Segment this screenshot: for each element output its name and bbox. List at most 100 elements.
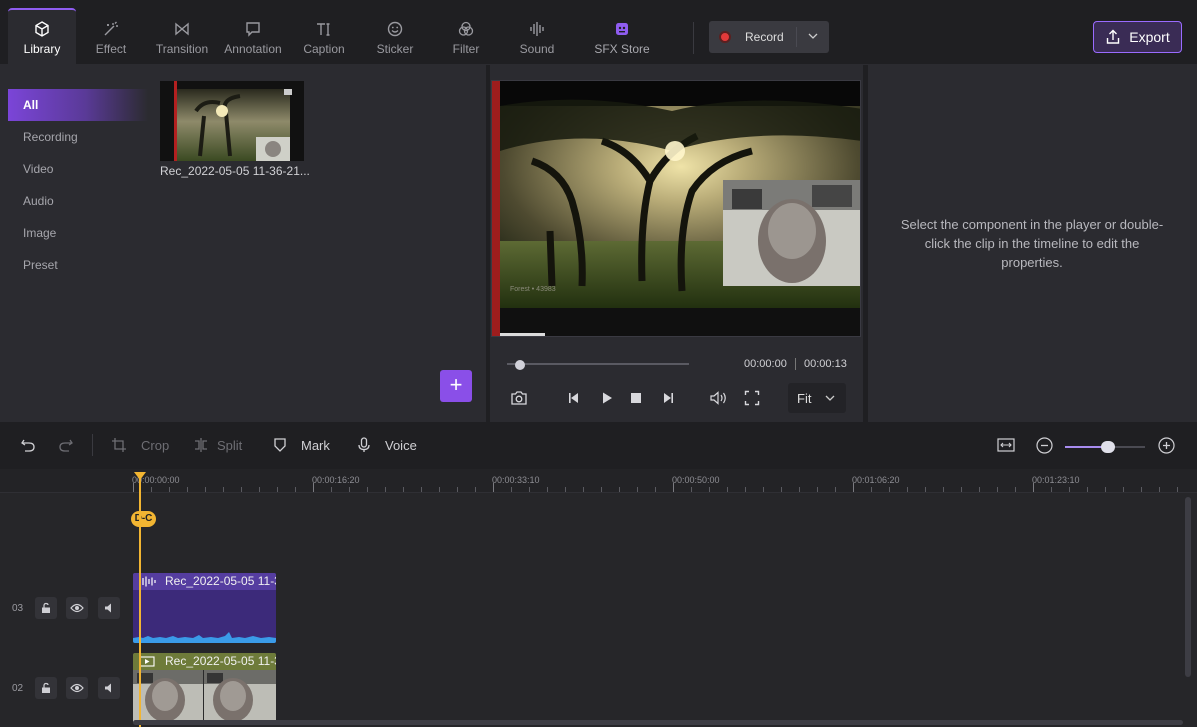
track-visibility-button[interactable] bbox=[66, 677, 88, 699]
category-image[interactable]: Image bbox=[8, 217, 148, 249]
ruler-tick bbox=[367, 487, 368, 492]
zoom-in-button[interactable] bbox=[1158, 437, 1175, 454]
ruler-tick bbox=[727, 487, 728, 492]
playhead-handle[interactable] bbox=[134, 472, 146, 480]
crop-label: Crop bbox=[141, 437, 170, 453]
chevron-down-icon[interactable] bbox=[807, 30, 819, 42]
speaker-icon bbox=[105, 603, 111, 613]
eye-icon bbox=[70, 603, 84, 613]
current-time: 00:00:00 bbox=[744, 358, 787, 370]
tab-transition[interactable]: Transition bbox=[148, 8, 216, 65]
category-recording[interactable]: Recording bbox=[8, 121, 148, 153]
fit-timeline-button[interactable] bbox=[997, 437, 1015, 453]
transition-icon bbox=[175, 22, 189, 36]
fullscreen-icon bbox=[744, 390, 760, 406]
unlock-icon bbox=[42, 682, 50, 693]
previous-frame-button[interactable] bbox=[563, 387, 585, 409]
zoom-in-icon bbox=[1158, 437, 1175, 454]
ruler-label: 00:00:50:00 bbox=[672, 475, 720, 485]
track-mute-button[interactable] bbox=[98, 677, 120, 699]
tab-annotation[interactable]: Annotation bbox=[219, 8, 287, 65]
smiley-icon bbox=[387, 21, 403, 37]
ruler-tick bbox=[907, 487, 908, 492]
stop-icon bbox=[631, 393, 641, 403]
media-thumbnail[interactable] bbox=[160, 81, 304, 161]
track-visibility-button[interactable] bbox=[66, 597, 88, 619]
ruler-label: 00:00:33:10 bbox=[492, 475, 540, 485]
mark-button[interactable]: Mark bbox=[273, 437, 330, 453]
zoom-slider-handle[interactable] bbox=[1101, 441, 1115, 453]
ruler-tick bbox=[799, 487, 800, 492]
ruler-tick bbox=[781, 487, 782, 492]
track-number: 03 bbox=[12, 603, 24, 614]
next-frame-button[interactable] bbox=[657, 387, 679, 409]
media-item-name: Rec_2022-05-05 11-36-21... bbox=[160, 164, 310, 178]
tab-filter[interactable]: Filter bbox=[432, 8, 500, 65]
ruler-tick bbox=[763, 487, 764, 492]
ruler-tick bbox=[1105, 487, 1106, 492]
ruler-tick bbox=[835, 487, 836, 492]
ruler-tick bbox=[1069, 487, 1070, 492]
playhead-line[interactable] bbox=[139, 477, 141, 727]
snapshot-button[interactable] bbox=[508, 387, 530, 409]
svg-text:Forest • 43983: Forest • 43983 bbox=[510, 286, 556, 293]
split-icon bbox=[195, 438, 207, 452]
stop-button[interactable] bbox=[625, 387, 647, 409]
ruler-tick bbox=[259, 487, 260, 492]
tab-sticker[interactable]: Sticker bbox=[361, 8, 429, 65]
track-lock-button[interactable] bbox=[35, 677, 57, 699]
library-category-list: All Recording Video Audio Image Preset bbox=[8, 89, 148, 281]
track-lock-button[interactable] bbox=[35, 597, 57, 619]
record-button[interactable]: Record bbox=[709, 21, 829, 53]
voice-button[interactable]: Voice bbox=[357, 437, 417, 453]
timeline-horizontal-scrollbar[interactable] bbox=[133, 720, 1183, 725]
play-button[interactable] bbox=[596, 387, 618, 409]
ruler-tick bbox=[529, 487, 530, 492]
video-clip[interactable]: Rec_2022-05-05 11-36 bbox=[133, 653, 276, 723]
track-mute-button[interactable] bbox=[98, 597, 120, 619]
preview-screen[interactable]: Forest • 43983 bbox=[491, 80, 861, 337]
tab-sound[interactable]: Sound bbox=[503, 8, 571, 65]
zoom-out-button[interactable] bbox=[1036, 437, 1053, 454]
ruler-tick bbox=[1087, 487, 1088, 492]
split-label: Split bbox=[217, 437, 243, 453]
undo-button[interactable] bbox=[20, 437, 36, 453]
ruler-tick bbox=[583, 487, 584, 492]
tab-library[interactable]: Library bbox=[8, 8, 76, 65]
ruler-tick bbox=[313, 483, 314, 492]
ruler-tick bbox=[331, 487, 332, 492]
ruler-tick bbox=[1015, 487, 1016, 492]
split-button[interactable]: Split bbox=[193, 437, 242, 453]
zoom-out-icon bbox=[1036, 437, 1053, 454]
tab-sfx-store[interactable]: SFX Store bbox=[587, 8, 657, 65]
playback-progress-track[interactable] bbox=[507, 363, 689, 365]
tab-effect[interactable]: Effect bbox=[77, 8, 145, 65]
video-clip-frames bbox=[133, 670, 276, 723]
redo-button[interactable] bbox=[58, 437, 74, 453]
tab-caption[interactable]: Caption bbox=[290, 8, 358, 65]
playback-progress-handle[interactable] bbox=[515, 360, 525, 370]
record-dot-icon bbox=[719, 31, 731, 43]
microphone-icon bbox=[358, 437, 370, 452]
category-video[interactable]: Video bbox=[8, 153, 148, 185]
chevron-down-icon bbox=[825, 395, 835, 401]
category-all[interactable]: All bbox=[8, 89, 148, 121]
crop-button[interactable]: Crop bbox=[111, 437, 169, 453]
ruler-tick bbox=[979, 487, 980, 492]
category-audio[interactable]: Audio bbox=[8, 185, 148, 217]
ruler-tick bbox=[655, 487, 656, 492]
fullscreen-button[interactable] bbox=[741, 387, 763, 409]
timeline-vertical-scrollbar[interactable] bbox=[1185, 497, 1191, 677]
ruler-tick bbox=[1177, 487, 1178, 492]
add-media-button[interactable]: + bbox=[440, 370, 472, 402]
audio-clip[interactable]: Rec_2022-05-05 11-36 bbox=[133, 573, 276, 643]
soundwave-icon bbox=[530, 22, 544, 36]
category-preset[interactable]: Preset bbox=[8, 249, 148, 281]
time-ruler[interactable]: 00:00:00:00 00:00:16:20 00:00:33:10 00:0… bbox=[0, 469, 1197, 493]
tab-caption-label: Caption bbox=[303, 42, 345, 56]
volume-button[interactable] bbox=[708, 387, 730, 409]
timeline-marker[interactable]: D-C bbox=[131, 511, 156, 527]
export-button[interactable]: Export bbox=[1093, 21, 1182, 53]
undo-icon bbox=[21, 439, 35, 452]
fit-dropdown[interactable]: Fit bbox=[788, 383, 846, 413]
